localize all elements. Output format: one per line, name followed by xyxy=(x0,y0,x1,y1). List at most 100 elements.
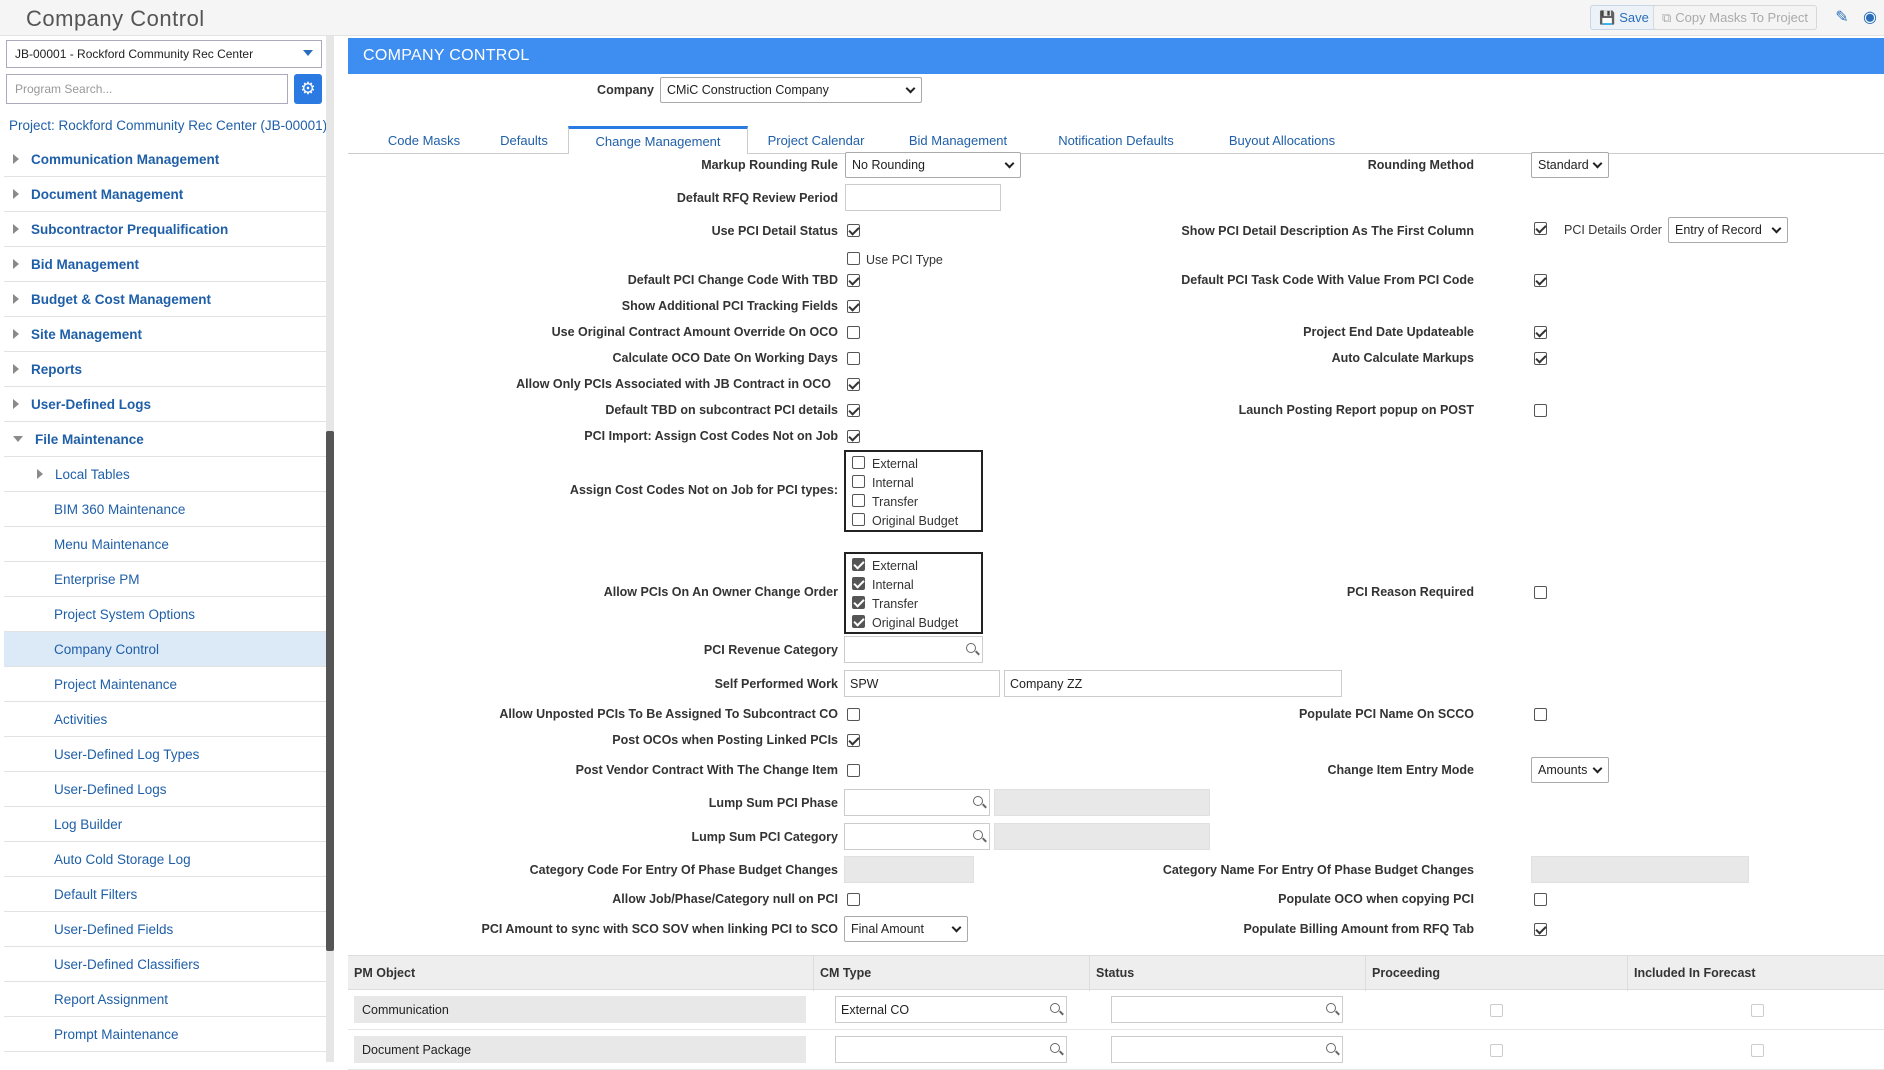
pci-amount-sync-select[interactable]: Final Amount xyxy=(844,916,968,942)
sidebar-item-default-filters[interactable]: Default Filters xyxy=(4,877,326,912)
search-icon[interactable] xyxy=(973,796,983,806)
populate-oco-copying-checkbox[interactable] xyxy=(1534,893,1547,906)
pci-reason-required-checkbox[interactable] xyxy=(1534,586,1547,599)
default-pci-change-code-checkbox[interactable] xyxy=(847,274,860,287)
cm-type-input[interactable] xyxy=(835,1036,1067,1063)
lump-sum-pci-phase-input[interactable] xyxy=(844,789,990,816)
search-icon[interactable] xyxy=(1050,1043,1060,1053)
sidebar-item-subcontractor-prequalification[interactable]: Subcontractor Prequalification xyxy=(4,212,326,247)
sidebar-item-reports[interactable]: Reports xyxy=(4,352,326,387)
sidebar-item-user-defined-logs[interactable]: User-Defined Logs xyxy=(4,387,326,422)
sidebar-item-auto-cold-storage-log[interactable]: Auto Cold Storage Log xyxy=(4,842,326,877)
column-header-status[interactable]: Status xyxy=(1089,956,1365,991)
use-pci-detail-status-checkbox[interactable] xyxy=(847,224,860,237)
sidebar-item-activities[interactable]: Activities xyxy=(4,702,326,737)
sidebar-item-user-defined-classifiers[interactable]: User-Defined Classifiers xyxy=(4,947,326,982)
sidebar-item-enterprise-pm[interactable]: Enterprise PM xyxy=(4,562,326,597)
copy-masks-button[interactable]: ⧉ Copy Masks To Project xyxy=(1653,5,1817,30)
search-icon[interactable] xyxy=(973,830,983,840)
tab-change-management[interactable]: Change Management xyxy=(568,126,748,154)
project-end-date-updateable-checkbox[interactable] xyxy=(1534,326,1547,339)
sidebar-item-menu-maintenance[interactable]: Menu Maintenance xyxy=(4,527,326,562)
owner-external-checkbox[interactable] xyxy=(852,558,865,571)
search-icon[interactable] xyxy=(1326,1043,1336,1053)
lump-sum-pci-category-input[interactable] xyxy=(844,823,990,850)
project-link[interactable]: Project: Rockford Community Rec Center (… xyxy=(9,118,327,133)
sidebar-item-local-tables[interactable]: Local Tables xyxy=(4,457,326,492)
search-icon[interactable] xyxy=(1326,1003,1336,1013)
save-button[interactable]: 💾 Save xyxy=(1590,5,1658,30)
populate-billing-amount-checkbox[interactable] xyxy=(1534,923,1547,936)
assign-transfer-checkbox[interactable] xyxy=(852,494,865,507)
sidebar-item-user-defined-logs-sub[interactable]: User-Defined Logs xyxy=(4,772,326,807)
edit-icon[interactable]: ✎ xyxy=(1832,8,1852,28)
assign-original-budget-checkbox[interactable] xyxy=(852,513,865,526)
search-icon[interactable] xyxy=(1050,1003,1060,1013)
pci-revenue-category-input[interactable] xyxy=(844,636,983,663)
sidebar-item-budget-cost-management[interactable]: Budget & Cost Management xyxy=(4,282,326,317)
user-icon[interactable]: ◉ xyxy=(1860,8,1880,28)
proceeding-checkbox[interactable] xyxy=(1490,1004,1503,1017)
project-select[interactable]: JB-00001 - Rockford Community Rec Center xyxy=(6,40,322,68)
change-item-entry-mode-select[interactable]: Amounts xyxy=(1531,757,1609,783)
column-header-included-in-forecast[interactable]: Included In Forecast xyxy=(1627,956,1884,991)
gear-icon[interactable]: ⚙ xyxy=(294,74,322,104)
owner-transfer-checkbox[interactable] xyxy=(852,596,865,609)
owner-original-budget-checkbox[interactable] xyxy=(852,615,865,628)
cm-type-input[interactable]: External CO xyxy=(835,996,1067,1023)
sidebar-item-prompt-maintenance[interactable]: Prompt Maintenance xyxy=(4,1017,326,1052)
included-in-forecast-checkbox[interactable] xyxy=(1751,1044,1764,1057)
owner-internal-checkbox[interactable] xyxy=(852,577,865,590)
sidebar-item-company-control[interactable]: Company Control xyxy=(4,632,326,667)
column-header-proceeding[interactable]: Proceeding xyxy=(1365,956,1627,991)
calculate-oco-date-checkbox[interactable] xyxy=(847,352,860,365)
sidebar-item-user-defined-fields[interactable]: User-Defined Fields xyxy=(4,912,326,947)
default-rfq-review-period-input[interactable] xyxy=(845,184,1001,211)
tab-bid-management[interactable]: Bid Management xyxy=(888,126,1028,154)
sidebar-item-bim-360[interactable]: BIM 360 Maintenance xyxy=(4,492,326,527)
program-search-input[interactable]: Program Search... xyxy=(6,74,288,104)
sidebar-item-file-maintenance[interactable]: File Maintenance xyxy=(4,422,326,457)
self-performed-work-name-input[interactable]: Company ZZ xyxy=(1004,670,1342,697)
tab-defaults[interactable]: Defaults xyxy=(474,126,574,154)
sidebar-item-user-defined-log-types[interactable]: User-Defined Log Types xyxy=(4,737,326,772)
sidebar-scrollbar[interactable] xyxy=(326,36,334,1062)
populate-pci-name-scco-checkbox[interactable] xyxy=(1534,708,1547,721)
sidebar-item-project-maintenance[interactable]: Project Maintenance xyxy=(4,667,326,702)
status-input[interactable] xyxy=(1111,1036,1343,1063)
use-original-contract-amount-checkbox[interactable] xyxy=(847,326,860,339)
sidebar-item-site-management[interactable]: Site Management xyxy=(4,317,326,352)
column-header-pm-object[interactable]: PM Object xyxy=(348,956,813,991)
tab-notification-defaults[interactable]: Notification Defaults xyxy=(1038,126,1194,154)
assign-internal-checkbox[interactable] xyxy=(852,475,865,488)
sidebar-item-project-system-options[interactable]: Project System Options xyxy=(4,597,326,632)
default-tbd-subcontract-checkbox[interactable] xyxy=(847,404,860,417)
post-vendor-contract-checkbox[interactable] xyxy=(847,764,860,777)
rounding-method-select[interactable]: Standard xyxy=(1531,152,1609,178)
tab-project-calendar[interactable]: Project Calendar xyxy=(748,126,884,154)
scrollbar-thumb[interactable] xyxy=(326,431,334,951)
column-header-cm-type[interactable]: CM Type xyxy=(813,956,1089,991)
self-performed-work-code-input[interactable]: SPW xyxy=(844,670,1000,697)
show-pci-detail-desc-checkbox[interactable] xyxy=(1534,222,1547,235)
allow-unposted-pcis-checkbox[interactable] xyxy=(847,708,860,721)
included-in-forecast-checkbox[interactable] xyxy=(1751,1004,1764,1017)
default-pci-task-code-checkbox[interactable] xyxy=(1534,274,1547,287)
company-select[interactable]: CMiC Construction Company xyxy=(660,77,922,103)
status-input[interactable] xyxy=(1111,996,1343,1023)
pci-import-assign-checkbox[interactable] xyxy=(847,430,860,443)
post-ocos-linked-checkbox[interactable] xyxy=(847,734,860,747)
sidebar-item-report-assignment[interactable]: Report Assignment xyxy=(4,982,326,1017)
auto-calculate-markups-checkbox[interactable] xyxy=(1534,352,1547,365)
pci-details-order-select[interactable]: Entry of Record xyxy=(1668,217,1788,243)
search-icon[interactable] xyxy=(966,643,976,653)
sidebar-item-bid-management[interactable]: Bid Management xyxy=(4,247,326,282)
allow-job-phase-null-checkbox[interactable] xyxy=(847,893,860,906)
tab-buyout-allocations[interactable]: Buyout Allocations xyxy=(1204,126,1360,154)
allow-only-pcis-jb-checkbox[interactable] xyxy=(847,378,860,391)
assign-external-checkbox[interactable] xyxy=(852,456,865,469)
tab-code-masks[interactable]: Code Masks xyxy=(374,126,474,154)
show-additional-pci-tracking-checkbox[interactable] xyxy=(847,300,860,313)
markup-rounding-rule-select[interactable]: No Rounding xyxy=(845,152,1021,178)
launch-posting-report-checkbox[interactable] xyxy=(1534,404,1547,417)
